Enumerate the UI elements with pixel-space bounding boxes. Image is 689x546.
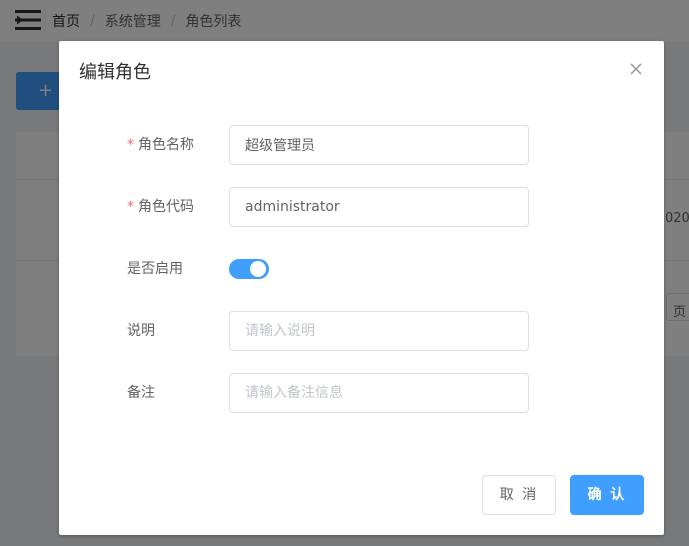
remark-label: 备注 <box>127 385 155 401</box>
form-item-remark: 备注 <box>59 373 664 413</box>
description-label: 说明 <box>127 323 155 339</box>
cancel-button[interactable]: 取 消 <box>482 475 556 515</box>
form-item-role-code: * 角色代码 <box>59 187 664 227</box>
role-code-label: * 角色代码 <box>127 197 194 217</box>
toggle-knob <box>250 261 266 277</box>
role-name-input[interactable] <box>229 125 529 165</box>
enabled-toggle[interactable] <box>229 259 269 279</box>
enabled-label: 是否启用 <box>127 261 183 277</box>
role-name-label: * 角色名称 <box>127 135 194 155</box>
dialog-title: 编辑角色 <box>79 62 151 83</box>
role-code-input[interactable] <box>229 187 529 227</box>
role-name-label-text: 角色名称 <box>138 137 194 153</box>
close-icon[interactable] <box>629 62 643 76</box>
required-mark: * <box>127 199 134 215</box>
confirm-button[interactable]: 确 认 <box>570 475 644 515</box>
edit-role-dialog: 编辑角色 *角色名称 *角色代码 是否启用 说明 <box>59 41 664 535</box>
form-item-enabled: 是否启用 <box>59 249 664 289</box>
required-mark: * <box>127 137 134 153</box>
page: 首页 / 系统管理 / 角色列表 + 020 页 编辑角色 *角色名称 <box>0 0 689 546</box>
role-code-label-text: 角色代码 <box>138 199 194 215</box>
form-item-description: 说明 <box>59 311 664 351</box>
form-item-role-name: * 角色名称 <box>59 125 664 165</box>
remark-input[interactable] <box>229 373 529 413</box>
description-input[interactable] <box>229 311 529 351</box>
